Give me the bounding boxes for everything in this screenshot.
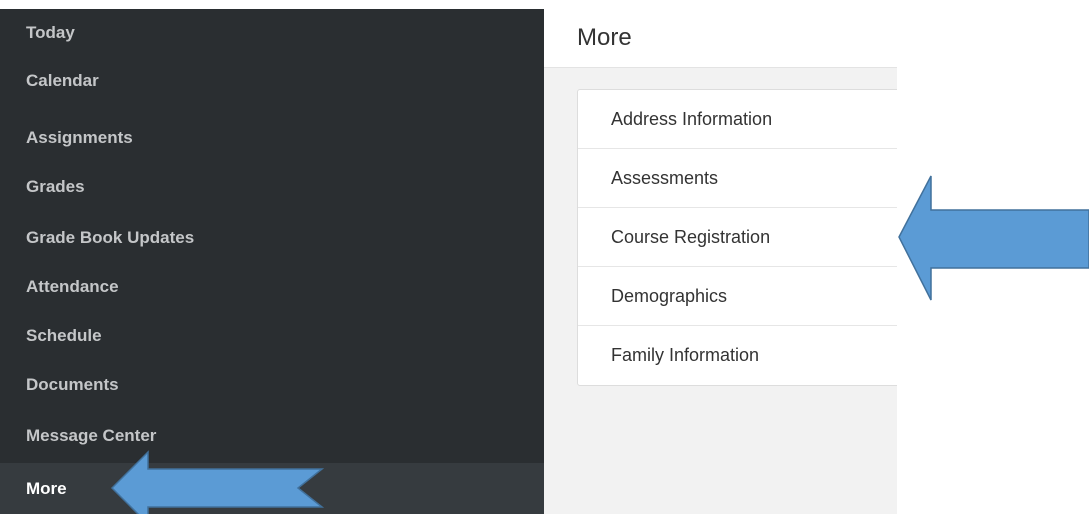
sidebar-item-today[interactable]: Today: [0, 9, 544, 57]
sidebar-item-more[interactable]: More: [0, 463, 544, 514]
page-header: More: [544, 9, 897, 68]
menu-item-family-information[interactable]: Family Information: [578, 326, 897, 385]
sidebar-item-grade-book-updates[interactable]: Grade Book Updates: [0, 214, 544, 262]
arrow-pointing-course-registration-icon: [898, 175, 1089, 301]
sidebar-item-schedule[interactable]: Schedule: [0, 312, 544, 360]
menu-item-demographics[interactable]: Demographics: [578, 267, 897, 326]
sidebar-item-calendar[interactable]: Calendar: [0, 57, 544, 105]
menu-item-course-registration[interactable]: Course Registration: [578, 208, 897, 267]
menu-item-assessments[interactable]: Assessments: [578, 149, 897, 208]
sidebar-item-documents[interactable]: Documents: [0, 361, 544, 409]
menu-item-address-information[interactable]: Address Information: [578, 90, 897, 149]
main-content: More Address Information Assessments Cou…: [544, 9, 897, 514]
sidebar-nav: Today Calendar Assignments Grades Grade …: [0, 9, 544, 514]
sidebar-item-message-center[interactable]: Message Center: [0, 412, 544, 460]
sidebar-item-assignments[interactable]: Assignments: [0, 114, 544, 162]
page-title: More: [577, 24, 632, 51]
more-menu-list: Address Information Assessments Course R…: [577, 89, 897, 386]
sidebar-item-attendance[interactable]: Attendance: [0, 263, 544, 311]
sidebar-item-grades[interactable]: Grades: [0, 163, 544, 211]
